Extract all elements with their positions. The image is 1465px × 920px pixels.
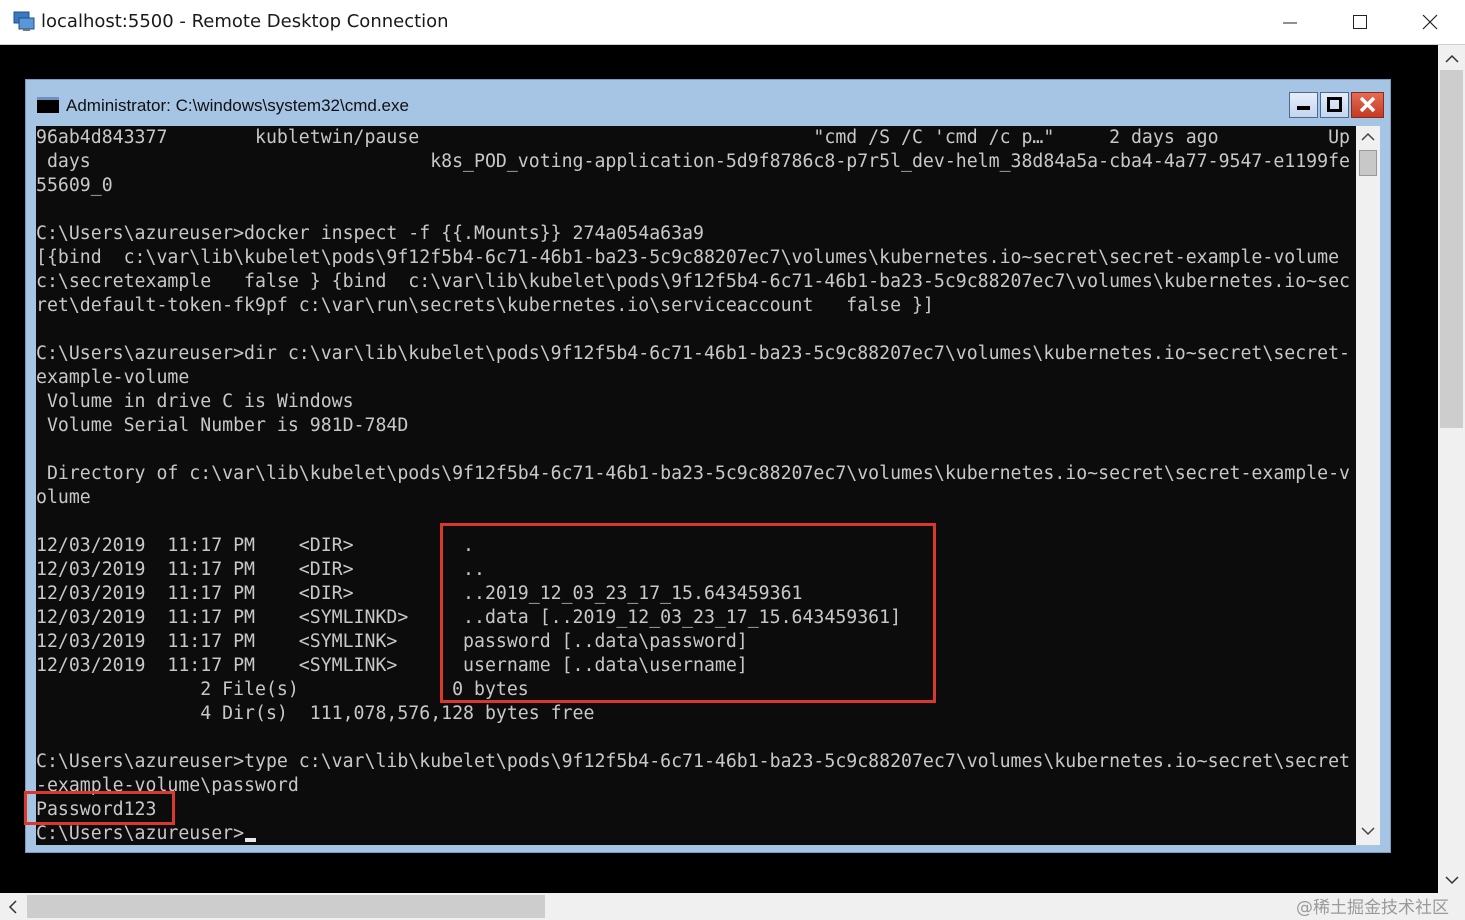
cmd-minimize-button[interactable] [1289,92,1318,118]
close-icon [1359,96,1376,113]
console-line: c:\secretexample false } {bind c:\var\li… [36,271,1350,292]
close-icon [1422,14,1438,30]
rdp-horizontal-scrollbar[interactable] [0,893,1438,920]
cmd-scroll-thumb[interactable] [1359,150,1377,176]
cmd-icon [37,97,59,113]
rdp-titlebar: localhost:5500 - Remote Desktop Connecti… [0,0,1465,45]
console-line: 96ab4d843377 kubletwin/pause "cmd /S /C … [36,127,1356,148]
console-line: ret\default-token-fk9pf c:\var\run\secre… [36,295,934,316]
console-line: example-volume [36,367,190,388]
scroll-up-icon[interactable] [1445,54,1459,64]
scroll-down-icon[interactable] [1361,826,1375,836]
password-highlight [24,791,175,825]
cmd-titlebar[interactable]: Administrator: C:\windows\system32\cmd.e… [26,80,1390,126]
console-line: C:\Users\azureuser>type c:\var\lib\kubel… [36,751,1350,772]
console-output[interactable]: 96ab4d843377 kubletwin/pause "cmd /S /C … [36,126,1356,845]
maximize-icon [1353,15,1367,29]
cmd-vertical-scrollbar[interactable] [1356,126,1380,845]
watermark: @稀土掘金技术社区 [1296,898,1449,918]
cmd-window-title: Administrator: C:\windows\system32\cmd.e… [66,96,409,115]
rdp-window-title: localhost:5500 - Remote Desktop Connecti… [41,11,449,32]
text-cursor [245,838,256,842]
console-line: 4 Dir(s) 111,078,576,128 bytes free [36,703,595,724]
console-line: 12/03/2019 11:17 PM <DIR> .. [36,559,485,580]
console-line: [{bind c:\var\lib\kubelet\pods\9f12f5b4-… [36,247,1340,268]
scroll-down-icon[interactable] [1445,875,1459,885]
cmd-close-button[interactable] [1351,92,1384,118]
console-line: olume [36,487,91,508]
console-line: C:\Users\azureuser> [36,823,245,844]
minimize-icon [1283,22,1297,24]
rdp-hscroll-thumb[interactable] [27,895,545,918]
console-text: 96ab4d843377 kubletwin/pause "cmd /S /C … [36,126,1356,845]
console-line: C:\Users\azureuser>docker inspect -f {{.… [36,223,704,244]
rdp-maximize-button[interactable] [1325,0,1395,45]
minimize-icon [1297,106,1310,110]
console-line: C:\Users\azureuser>dir c:\var\lib\kubele… [36,343,1350,364]
remote-desktop-icon [13,11,35,31]
cmd-maximize-button[interactable] [1320,92,1349,118]
rdp-vscroll-thumb[interactable] [1440,70,1463,428]
cmd-window[interactable]: Administrator: C:\windows\system32\cmd.e… [25,79,1391,853]
directory-listing-highlight [440,523,936,703]
console-line: 12/03/2019 11:17 PM <DIR> . [36,535,474,556]
maximize-icon [1327,97,1342,112]
console-line: 55609_0 [36,175,113,196]
console-line: Volume in drive C is Windows [36,391,354,412]
scroll-up-icon[interactable] [1361,132,1375,142]
console-line: Volume Serial Number is 981D-784D [36,415,409,436]
scroll-left-icon[interactable] [8,900,18,914]
rdp-close-button[interactable] [1395,0,1465,45]
console-line: days k8s_POD_voting-application-5d9f8786… [36,151,1350,172]
rdp-vertical-scrollbar[interactable] [1438,45,1465,893]
rdp-minimize-button[interactable] [1255,0,1325,45]
console-line: Directory of c:\var\lib\kubelet\pods\9f1… [36,463,1350,484]
